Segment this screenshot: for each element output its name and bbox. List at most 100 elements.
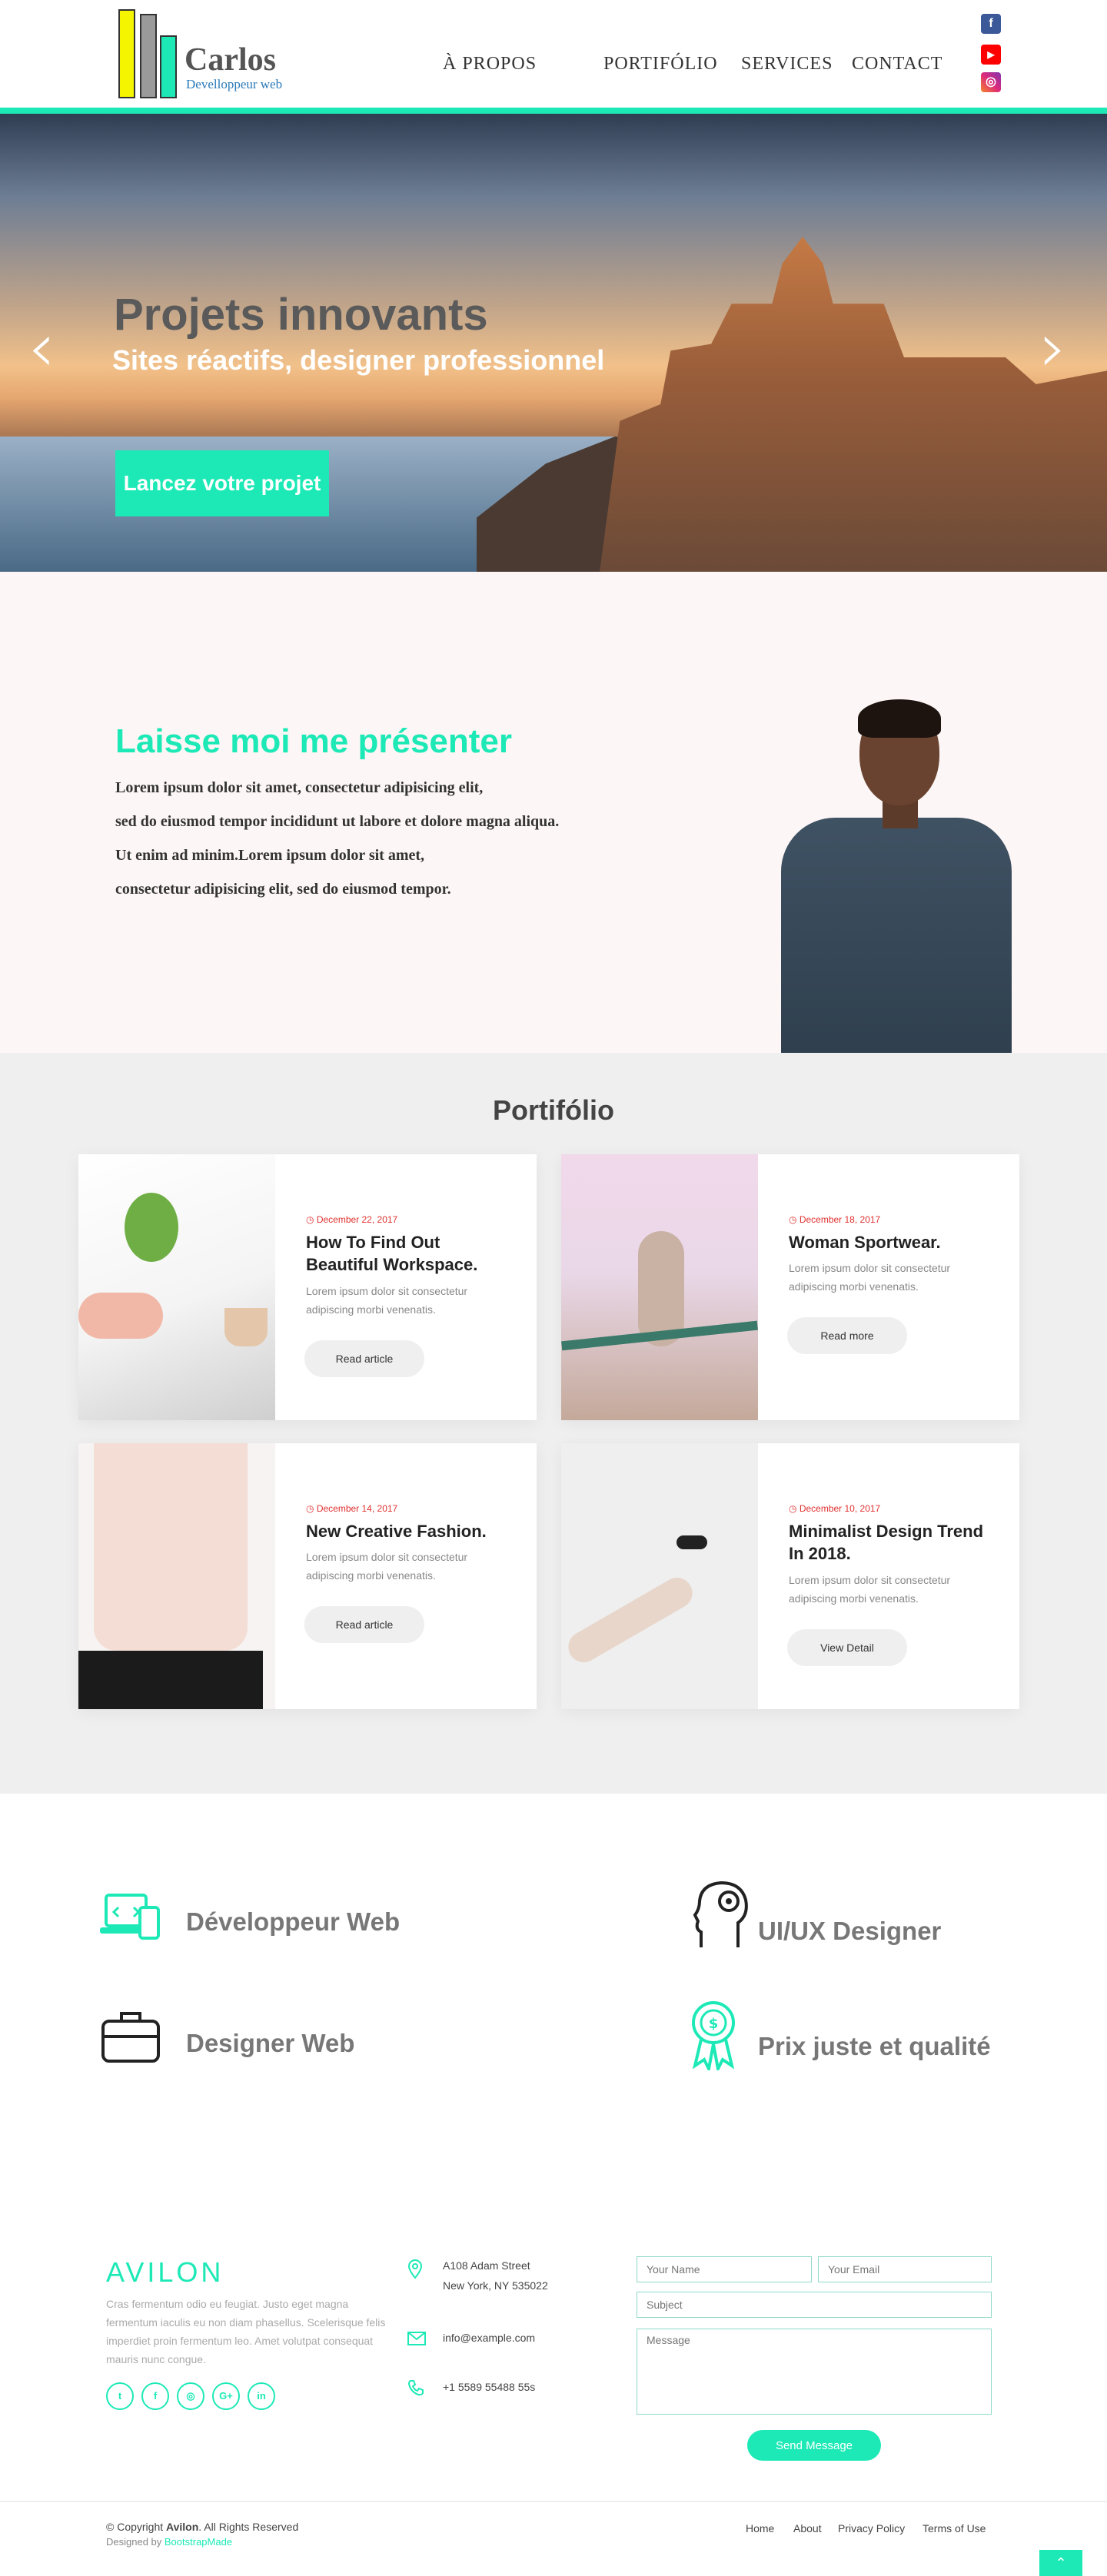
footer-copyright: © Copyright Avilon. All Rights Reserved <box>106 2521 298 2533</box>
laptop-code-icon <box>100 1894 160 1940</box>
about-line-4: consectetur adipisicing elit, sed do eiu… <box>115 881 451 898</box>
carousel-next-icon[interactable]: › <box>1039 314 1067 383</box>
read-article-button[interactable]: Read article <box>304 1606 424 1643</box>
send-message-button[interactable]: Send Message <box>747 2430 881 2461</box>
email-field[interactable] <box>818 2256 992 2282</box>
about-section: Laisse moi me présenter Lorem ipsum dolo… <box>0 572 1107 1053</box>
message-field[interactable] <box>637 2329 992 2415</box>
card-description: Lorem ipsum dolor sit consectetur adipis… <box>306 1551 468 1582</box>
footer-phone[interactable]: +1 5589 55488 55s <box>443 2376 535 2398</box>
card-date: ◷ December 10, 2017 <box>789 1503 881 1514</box>
portfolio-section: Portifólio ◷ December 22, 2017 How To Fi… <box>0 1053 1107 1794</box>
service-web-designer: Designer Web <box>186 2029 355 2057</box>
profile-shirt <box>781 818 1012 1053</box>
carousel-prev-icon[interactable]: ‹ <box>28 314 55 383</box>
card-image-fashion <box>78 1443 275 1709</box>
sweater-shape <box>94 1443 248 1651</box>
nav-about[interactable]: À PROPOS <box>443 54 537 75</box>
site-footer: AVILON Cras fermentum odio eu feugiat. J… <box>0 2178 1107 2576</box>
portfolio-card[interactable]: ◷ December 10, 2017 Minimalist Design Tr… <box>561 1443 1019 1709</box>
footer-link-about[interactable]: About <box>793 2522 822 2535</box>
read-article-button[interactable]: Read article <box>304 1340 424 1377</box>
portfolio-card[interactable]: ◷ December 18, 2017 Woman Sportwear. Lor… <box>561 1154 1019 1420</box>
profile-hair <box>858 699 941 738</box>
twitter-icon[interactable]: t <box>106 2382 134 2410</box>
profile-photo <box>781 699 1012 1053</box>
card-title[interactable]: Minimalist Design Trend In 2018. <box>789 1520 996 1565</box>
card-description: Lorem ipsum dolor sit consectetur adipis… <box>789 1262 951 1293</box>
card-date-text: December 14, 2017 <box>316 1503 398 1514</box>
service-ui-ux-designer: UI/UX Designer <box>758 1917 942 1945</box>
logo[interactable]: Carlos Develloppeur web <box>115 6 292 98</box>
svg-text:$: $ <box>709 2016 719 2032</box>
pants-shape <box>78 1651 263 1709</box>
instagram-icon[interactable]: ◎ <box>981 72 1001 92</box>
hero-title: Projets innovants <box>114 290 488 340</box>
about-line-3: Ut enim ad minim.Lorem ipsum dolor sit a… <box>115 847 425 864</box>
view-detail-button[interactable]: View Detail <box>787 1629 907 1666</box>
nav-contact[interactable]: CONTACT <box>852 54 942 75</box>
footer-link-home[interactable]: Home <box>746 2522 774 2535</box>
launch-project-button[interactable]: Lancez votre projet <box>115 450 329 516</box>
instagram-icon[interactable]: ◎ <box>177 2382 204 2410</box>
phone-icon <box>407 2380 424 2396</box>
portfolio-title: Portifólio <box>493 1094 614 1126</box>
page: Carlos Develloppeur web À PROPOS PORTIFÓ… <box>0 0 1107 2576</box>
card-date-text: December 18, 2017 <box>799 1214 881 1225</box>
card-date-text: December 10, 2017 <box>799 1503 881 1514</box>
portfolio-card[interactable]: ◷ December 14, 2017 New Creative Fashion… <box>78 1443 537 1709</box>
facebook-icon[interactable]: f <box>981 14 1001 34</box>
card-description: Lorem ipsum dolor sit consectetur adipis… <box>789 1574 951 1605</box>
portfolio-card[interactable]: ◷ December 22, 2017 How To Find Out Beau… <box>78 1154 537 1420</box>
about-line-1: Lorem ipsum dolor sit amet, consectetur … <box>115 779 484 796</box>
header-accent-line <box>0 108 1107 114</box>
quality-badge-icon: $ <box>692 2001 735 2070</box>
card-image-workspace <box>78 1154 275 1420</box>
card-image-minimalist <box>561 1443 758 1709</box>
linkedin-icon[interactable]: in <box>248 2382 275 2410</box>
card-image-sportwear <box>561 1154 758 1420</box>
logo-bar-teal <box>160 35 177 98</box>
footer-email[interactable]: info@example.com <box>443 2327 535 2349</box>
designed-by-label: Designed by <box>106 2536 165 2548</box>
footer-divider <box>0 2501 1107 2502</box>
site-header: Carlos Develloppeur web À PROPOS PORTIFÓ… <box>0 0 1107 108</box>
hero-town <box>600 237 1107 572</box>
plant-icon <box>125 1193 178 1262</box>
card-date: ◷ December 14, 2017 <box>306 1503 398 1514</box>
logo-subtitle: Develloppeur web <box>186 77 283 91</box>
arm-shape <box>563 1572 698 1668</box>
card-date: ◷ December 18, 2017 <box>789 1214 881 1225</box>
logo-name: Carlos <box>184 42 276 78</box>
location-pin-icon <box>407 2259 423 2279</box>
name-field[interactable] <box>637 2256 812 2282</box>
nav-portfolio[interactable]: PORTIFÓLIO <box>603 54 718 75</box>
back-to-top-button[interactable]: ⌃ <box>1039 2550 1082 2576</box>
footer-designed-by: Designed by BootstrapMade <box>106 2536 232 2548</box>
card-title[interactable]: How To Find Out Beautiful Workspace. <box>306 1231 514 1276</box>
about-line-2: sed do eiusmod tempor incididunt ut labo… <box>115 813 560 830</box>
service-web-developer: Développeur Web <box>186 1907 401 1936</box>
hero-subtitle: Sites réactifs, designer professionnel <box>112 344 605 376</box>
head-gear-icon <box>693 1881 748 1947</box>
footer-brand: AVILON <box>106 2256 224 2288</box>
footer-address-line-2: New York, NY 535022 <box>443 2279 548 2292</box>
read-more-button[interactable]: Read more <box>787 1317 907 1354</box>
designed-by-link[interactable]: BootstrapMade <box>165 2536 232 2548</box>
about-title: Laisse moi me présenter <box>115 722 513 760</box>
facebook-icon[interactable]: f <box>141 2382 169 2410</box>
service-fair-price-quality: Prix juste et qualité <box>758 2032 991 2060</box>
footer-link-privacy[interactable]: Privacy Policy <box>838 2522 905 2535</box>
copyright-prefix: © Copyright <box>106 2521 167 2533</box>
footer-link-terms[interactable]: Terms of Use <box>922 2522 986 2535</box>
subject-field[interactable] <box>637 2292 992 2318</box>
card-title[interactable]: New Creative Fashion. <box>306 1520 514 1542</box>
card-title[interactable]: Woman Sportwear. <box>789 1231 996 1253</box>
nav-services[interactable]: SERVICES <box>741 54 833 75</box>
services-section: Développeur Web UI/UX Designer Designer … <box>0 1794 1107 2178</box>
google-plus-icon[interactable]: G+ <box>212 2382 240 2410</box>
hero-carousel: Projets innovants Sites réactifs, design… <box>0 114 1107 572</box>
youtube-icon[interactable]: ▶ <box>981 45 1001 65</box>
copyright-brand: Avilon <box>166 2521 199 2533</box>
card-description: Lorem ipsum dolor sit consectetur adipis… <box>306 1285 468 1316</box>
